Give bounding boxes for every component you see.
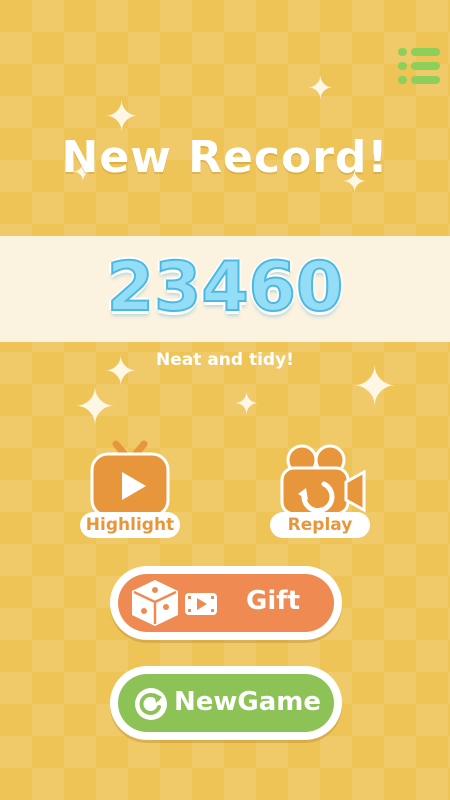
- sparkle-icon: ✦: [307, 69, 334, 107]
- page-title: New Record!: [61, 132, 389, 183]
- score-value: 23460: [106, 247, 345, 328]
- replay-button[interactable]: Replay: [270, 438, 370, 538]
- gift-button[interactable]: Gift: [110, 566, 342, 640]
- sparkle-icon: ✦: [234, 387, 260, 422]
- replay-label: Replay: [270, 512, 370, 538]
- new-game-label: NewGame: [174, 687, 322, 717]
- menu-button[interactable]: [398, 48, 440, 84]
- gift-label: Gift: [246, 586, 300, 616]
- restart-icon: [135, 688, 167, 720]
- new-game-button[interactable]: NewGame: [110, 666, 342, 740]
- dice-icon: [132, 580, 178, 626]
- menu-list-icon: [398, 48, 440, 56]
- tv-play-icon: [90, 440, 170, 518]
- video-camera-icon: [280, 444, 366, 516]
- highlight-label: Highlight: [80, 512, 180, 538]
- score-comment: Neat and tidy!: [156, 350, 294, 370]
- video-icon: [185, 593, 217, 615]
- highlight-button[interactable]: Highlight: [80, 438, 180, 538]
- sparkle-icon: ✦: [74, 378, 116, 436]
